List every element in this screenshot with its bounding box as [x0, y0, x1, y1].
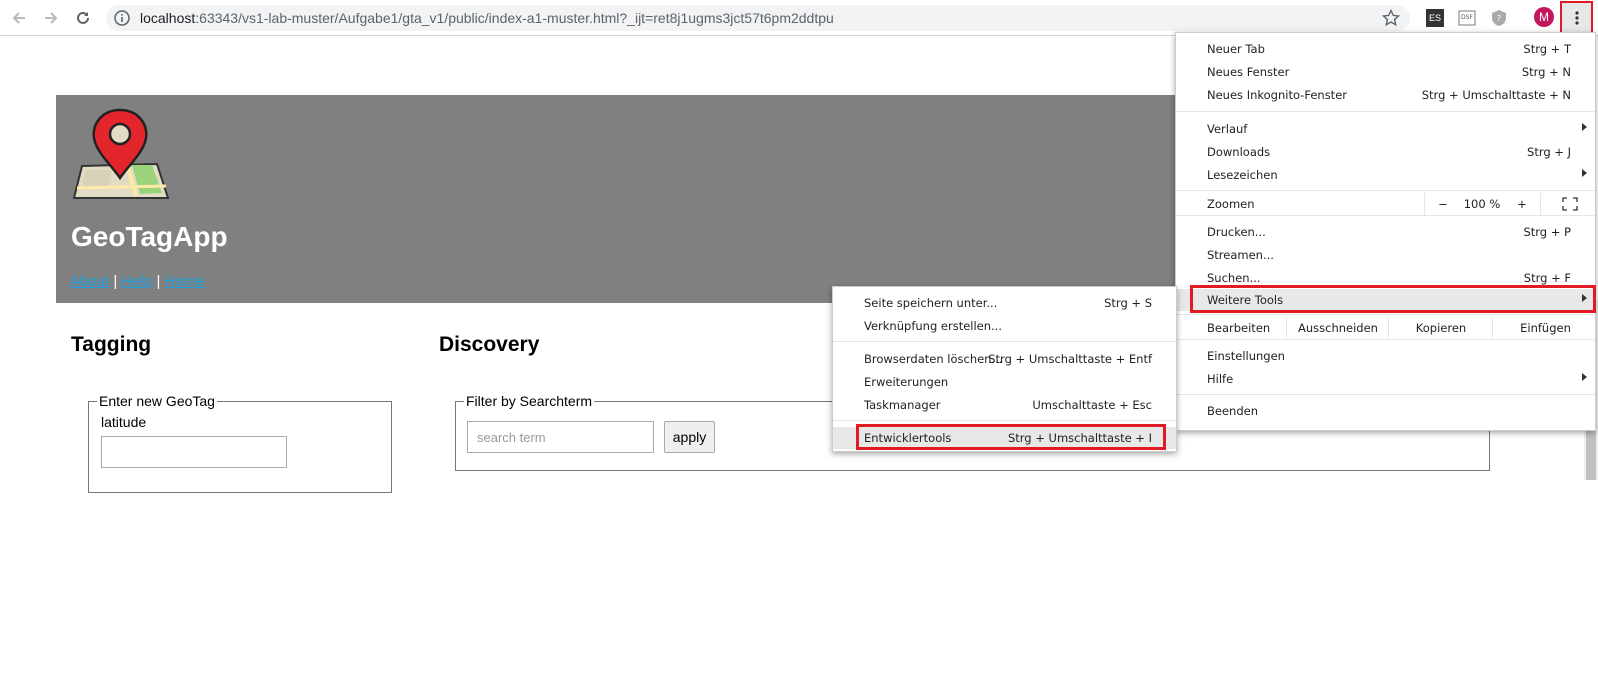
info-icon[interactable] [114, 10, 130, 26]
main-nav: About | Help | Home [70, 273, 205, 290]
kebab-menu-icon [1574, 10, 1579, 25]
submenu-arrow-icon [1582, 169, 1587, 177]
discovery-heading: Discovery [439, 333, 540, 356]
edit-label: Bearbeiten [1207, 321, 1271, 335]
menu-item-incognito[interactable]: Neues Inkognito-Fenster Strg + Umschaltta… [1176, 84, 1595, 106]
svg-text:DSF: DSF [1461, 14, 1473, 21]
url-text: localhost:63343/vs1-lab-muster/Aufgabe1/… [140, 10, 834, 26]
nav-home-link[interactable]: Home [165, 273, 205, 290]
nav-separator: | [113, 273, 118, 290]
zoom-label: Zoomen [1207, 197, 1255, 211]
map-pin-logo-icon [72, 108, 170, 199]
apply-button[interactable]: apply [664, 421, 715, 453]
cut-button[interactable]: Ausschneiden [1286, 317, 1389, 339]
app-title: GeoTagApp [71, 221, 228, 252]
menu-row-zoom: Zoomen − 100 % + [1176, 193, 1595, 215]
fullscreen-icon [1561, 197, 1578, 211]
menu-item-help[interactable]: Hilfe [1176, 368, 1595, 390]
menu-item-new-tab[interactable]: Neuer Tab Strg + T [1176, 38, 1595, 60]
discovery-legend: Filter by Searchterm [466, 393, 593, 409]
tagging-legend: Enter new GeoTag [99, 393, 215, 409]
submenu-arrow-icon [1582, 373, 1587, 381]
nav-separator: | [156, 273, 161, 290]
bookmark-star-icon[interactable] [1382, 9, 1400, 27]
menu-item-new-window[interactable]: Neues Fenster Strg + N [1176, 61, 1595, 83]
submenu-item-save-page[interactable]: Seite speichern unter... Strg + S [833, 292, 1176, 314]
back-button[interactable] [8, 7, 30, 29]
latitude-label: latitude [101, 414, 147, 430]
extension-es-icon[interactable]: ES [1426, 9, 1444, 27]
reload-icon [77, 11, 89, 24]
menu-item-settings[interactable]: Einstellungen [1176, 345, 1595, 367]
browser-menu-button[interactable] [1560, 1, 1593, 34]
submenu-arrow-icon [1582, 123, 1587, 131]
menu-item-exit[interactable]: Beenden [1176, 400, 1595, 422]
copy-button[interactable]: Kopieren [1388, 317, 1493, 339]
arrow-left-icon [12, 12, 25, 24]
submenu-item-dev-tools[interactable]: Entwicklertools Strg + Umschalttaste + I [833, 427, 1176, 449]
zoom-in-button[interactable]: + [1504, 193, 1540, 215]
avatar[interactable]: M [1534, 7, 1554, 27]
paste-button[interactable]: Einfügen [1492, 317, 1598, 339]
more-tools-submenu: Seite speichern unter... Strg + S Verknüp… [832, 286, 1177, 452]
submenu-arrow-icon [1582, 294, 1587, 302]
zoom-value: 100 % [1463, 197, 1501, 211]
arrow-right-icon [45, 12, 58, 24]
svg-text:?: ? [1497, 14, 1501, 23]
fullscreen-button[interactable] [1540, 193, 1598, 215]
latitude-input[interactable] [101, 436, 287, 468]
browser-main-menu: Neuer Tab Strg + T Neues Fenster Strg + N … [1175, 32, 1596, 431]
menu-item-history[interactable]: Verlauf [1176, 118, 1595, 140]
submenu-item-clear-data[interactable]: Browserdaten löschen... Strg + Umschaltta… [833, 348, 1176, 370]
menu-item-bookmarks[interactable]: Lesezeichen [1176, 164, 1595, 186]
nav-help-link[interactable]: Help [121, 273, 152, 290]
submenu-item-create-shortcut[interactable]: Verknüpfung erstellen... [833, 315, 1176, 337]
scrollbar-thumb[interactable] [1586, 430, 1596, 480]
menu-item-find[interactable]: Suchen... Strg + F [1176, 267, 1595, 289]
menu-item-more-tools[interactable]: Weitere Tools [1176, 289, 1595, 311]
nav-about-link[interactable]: About [70, 273, 109, 290]
address-bar[interactable]: localhost:63343/vs1-lab-muster/Aufgabe1/… [106, 5, 1410, 31]
browser-toolbar: localhost:63343/vs1-lab-muster/Aufgabe1/… [0, 0, 1598, 36]
menu-item-cast[interactable]: Streamen... [1176, 244, 1595, 266]
submenu-item-extensions[interactable]: Erweiterungen [833, 371, 1176, 393]
extension-dsf-icon[interactable]: DSF [1458, 9, 1476, 27]
submenu-item-task-manager[interactable]: Taskmanager Umschalttaste + Esc [833, 394, 1176, 416]
forward-button[interactable] [40, 7, 62, 29]
menu-row-edit: Bearbeiten Ausschneiden Kopieren Einfüge… [1176, 317, 1595, 339]
search-input[interactable]: search term [467, 421, 654, 453]
shield-icon[interactable]: ? [1490, 9, 1508, 27]
reload-button[interactable] [72, 7, 94, 29]
menu-item-print[interactable]: Drucken... Strg + P [1176, 221, 1595, 243]
tagging-heading: Tagging [71, 333, 152, 356]
menu-item-downloads[interactable]: Downloads Strg + J [1176, 141, 1595, 163]
zoom-out-button[interactable]: − [1424, 193, 1461, 215]
